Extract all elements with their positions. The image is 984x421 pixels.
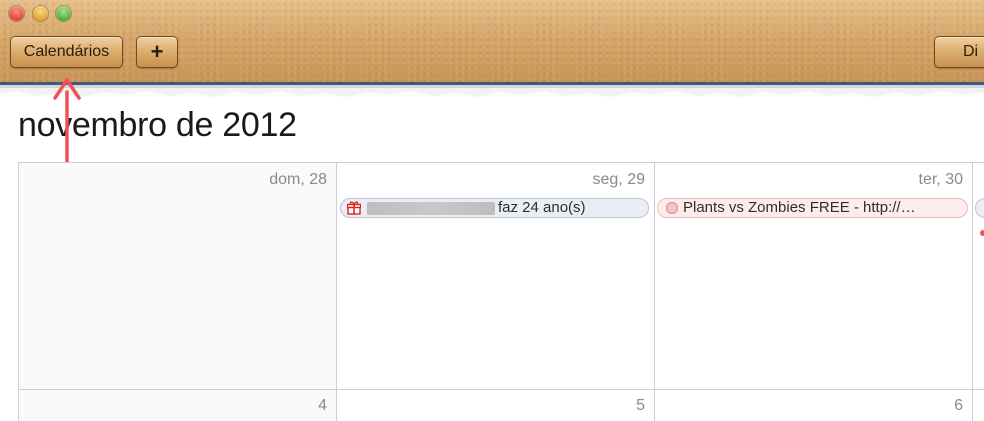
day-label-seg-29: seg, 29 (592, 171, 645, 188)
day-label-ter-30: ter, 30 (918, 171, 963, 188)
day-label-4: 4 (318, 397, 327, 414)
week-divider (19, 389, 984, 390)
annotation-arrow-icon (53, 78, 81, 162)
column-divider (336, 163, 337, 421)
calendar-color-dot-icon (666, 202, 678, 214)
close-window-button[interactable] (9, 6, 24, 21)
day-cell-dom-28[interactable] (19, 163, 336, 389)
birthday-event[interactable]: faz 24 ano(s) (340, 198, 649, 218)
minimize-window-button[interactable] (33, 6, 48, 21)
calendars-button[interactable]: Calendários (10, 36, 123, 68)
toolbar: Calendários + Di (0, 0, 984, 86)
birthday-event-label: faz 24 ano(s) (498, 199, 586, 216)
zoom-window-button[interactable] (56, 6, 71, 21)
day-view-button[interactable]: Di (934, 36, 984, 68)
torn-paper-edge (0, 85, 984, 97)
day-label-5: 5 (636, 397, 645, 414)
gift-icon (347, 201, 361, 215)
redacted-name (367, 202, 495, 215)
column-divider (972, 163, 973, 421)
day-label-dom-28: dom, 28 (269, 171, 327, 188)
day-label-6: 6 (954, 397, 963, 414)
plants-event-label: Plants vs Zombies FREE - http://… (683, 199, 916, 216)
plants-vs-zombies-event[interactable]: Plants vs Zombies FREE - http://… (657, 198, 968, 218)
add-event-button[interactable]: + (136, 36, 178, 68)
column-divider (654, 163, 655, 421)
event-dot-icon (980, 230, 984, 236)
